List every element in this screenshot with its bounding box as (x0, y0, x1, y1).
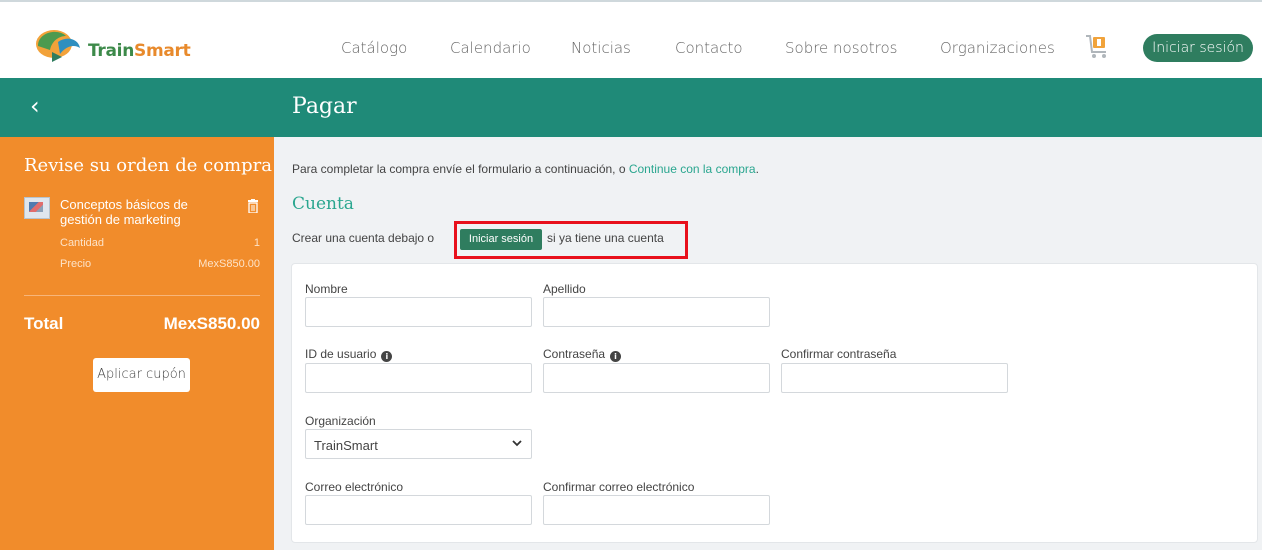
quantity-label: Cantidad (60, 237, 105, 249)
back-chevron-icon[interactable]: ‹ (30, 92, 40, 120)
nav-catalogo[interactable]: Catálogo (341, 39, 407, 57)
total-value: MexS850.00 (163, 314, 260, 333)
sidebar-divider (24, 295, 260, 296)
header-login-button[interactable]: Iniciar sesión (1143, 34, 1253, 62)
user-id-label-text: ID de usuario (305, 347, 377, 361)
organization-select-value: TrainSmart (314, 438, 378, 453)
info-icon[interactable]: i (610, 351, 622, 362)
logo-text-train: Train (88, 41, 135, 61)
apply-coupon-button[interactable]: Aplicar cupón (93, 358, 190, 392)
checkout-main: Para completar la compra envíe el formul… (274, 137, 1262, 550)
nav-contacto[interactable]: Contacto (675, 39, 743, 57)
course-thumbnail (24, 197, 50, 219)
info-icon[interactable]: i (381, 351, 393, 362)
shopping-cart-icon[interactable] (1084, 32, 1110, 60)
intro-text-body: Para completar la compra envíe el formul… (292, 162, 629, 176)
password-label-text: Contraseña (543, 347, 606, 361)
chevron-down-icon (512, 440, 522, 447)
trash-icon[interactable] (247, 199, 259, 213)
trainsmart-logo[interactable]: TrainSmart (32, 26, 202, 66)
highlight-box (454, 221, 688, 259)
price-row: Precio MexS850.00 (60, 258, 260, 270)
page-title-bar: ‹ Pagar (0, 78, 1262, 137)
course-name: Conceptos básicos de gestión de marketin… (60, 197, 188, 227)
price-label: Precio (60, 258, 92, 270)
organization-select[interactable]: TrainSmart (305, 429, 532, 459)
intro-text-end: . (755, 162, 759, 176)
last-name-input[interactable] (543, 297, 770, 327)
site-header: TrainSmart Catálogo Calendario Noticias … (0, 0, 1262, 78)
account-form-card: Nombre Apellido ID de usuario i Contraseñ… (291, 263, 1258, 543)
order-summary-sidebar: Revise su orden de compra Conceptos bási… (0, 137, 274, 550)
user-id-label: ID de usuario i (305, 347, 393, 362)
logo-mark-icon (36, 30, 80, 62)
last-name-label: Apellido (543, 282, 586, 296)
confirm-email-label: Confirmar correo electrónico (543, 480, 695, 494)
confirm-password-input[interactable] (781, 363, 1008, 393)
confirm-password-label: Confirmar contraseña (781, 347, 897, 361)
logo-text-smart: Smart (134, 41, 191, 61)
organization-label: Organización (305, 414, 376, 428)
password-input[interactable] (543, 363, 770, 393)
order-summary-title: Revise su orden de compra (24, 155, 272, 176)
first-name-input[interactable] (305, 297, 532, 327)
password-label: Contraseña i (543, 347, 622, 362)
nav-organizaciones[interactable]: Organizaciones (940, 39, 1055, 57)
first-name-label: Nombre (305, 282, 348, 296)
nav-sobre-nosotros[interactable]: Sobre nosotros (785, 39, 897, 57)
price-value: MexS850.00 (198, 258, 260, 270)
page-title: Pagar (292, 94, 357, 119)
intro-text: Para completar la compra envíe el formul… (292, 162, 759, 176)
create-account-text: Crear una cuenta debajo o (292, 231, 435, 245)
user-id-input[interactable] (305, 363, 532, 393)
nav-calendario[interactable]: Calendario (450, 39, 531, 57)
quantity-value: 1 (253, 237, 260, 249)
quantity-row: Cantidad 1 (60, 237, 260, 249)
confirm-email-input[interactable] (543, 495, 770, 525)
email-input[interactable] (305, 495, 532, 525)
email-label: Correo electrónico (305, 480, 404, 494)
continue-purchase-link[interactable]: Continue con la compra (629, 162, 756, 176)
account-section-title: Cuenta (292, 194, 354, 214)
logo-text: TrainSmart (88, 41, 191, 61)
total-label: Total (24, 314, 64, 333)
nav-noticias[interactable]: Noticias (571, 39, 631, 57)
